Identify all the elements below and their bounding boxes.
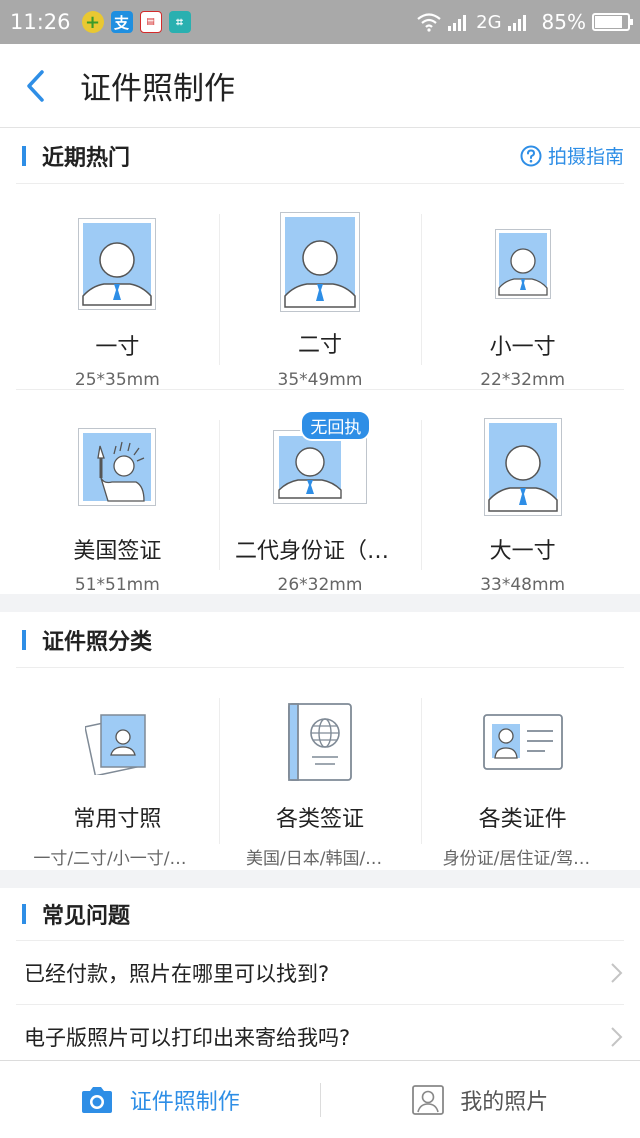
hot-item-size: 25*35mm: [74, 370, 160, 389]
signal-icon: [448, 15, 467, 31]
category-section: 证件照分类 常用寸照 一寸/二寸/小一寸/大一寸: [0, 612, 640, 870]
statue-of-liberty-photo-icon: [78, 428, 157, 507]
hot-item-label: 大一寸: [489, 538, 556, 564]
id-card-icon: [482, 714, 563, 771]
hot-item-size: 35*49mm: [277, 369, 363, 389]
hot-item-size: 51*51mm: [74, 575, 160, 594]
portrait-photo-icon: [494, 229, 551, 300]
tab-id-photo-make[interactable]: 证件照制作: [0, 1061, 320, 1138]
hot-item-2inch[interactable]: 二寸 35*49mm: [218, 184, 422, 389]
hot-item-label: 小一寸: [489, 334, 556, 359]
no-receipt-badge: 无回执: [300, 410, 372, 441]
category-common-photos[interactable]: 常用寸照 一寸/二寸/小一寸/大一寸: [16, 668, 219, 868]
category-documents[interactable]: 各类证件 身份证/居住证/驾驶证: [421, 668, 624, 868]
scan-icon: ⌗: [168, 11, 191, 33]
toutiao-icon: ▤: [139, 11, 162, 33]
hot-item-size: 26*32mm: [277, 575, 363, 594]
hot-item-label: 一寸: [95, 334, 140, 359]
section-accent-bar: [22, 904, 26, 924]
hot-item-size: 22*32mm: [480, 370, 566, 389]
category-desc: 身份证/居住证/驾驶证: [442, 848, 603, 868]
category-visas[interactable]: 各类签证 美国/日本/韩国/泰国: [218, 668, 422, 868]
chevron-right-icon: [611, 1026, 623, 1047]
faq-section: 常见问题 已经付款，照片在哪里可以找到? 电子版照片可以打印出来寄给我吗?: [0, 888, 640, 1060]
section-accent-bar: [22, 145, 26, 166]
network-type: 2G: [476, 11, 502, 33]
category-section-title: 证件照分类: [42, 629, 153, 655]
hot-section-title: 近期热门: [42, 145, 131, 171]
shooting-guide-label: 拍摄指南: [547, 146, 624, 168]
portrait-photo-icon: [279, 211, 360, 312]
portrait-photo-icon: [483, 418, 562, 517]
battery-percent: 85%: [541, 10, 586, 34]
hot-item-size: 33*48mm: [480, 575, 566, 594]
status-bar: 11:26 + 支 ▤ ⌗ 2G 85%: [0, 0, 640, 44]
status-time: 11:26: [10, 10, 71, 34]
faq-section-header: 常见问题: [16, 888, 624, 940]
chevron-right-icon: [611, 962, 623, 983]
tab-label: 证件照制作: [129, 1089, 240, 1115]
faq-item[interactable]: 已经付款，照片在哪里可以找到?: [16, 940, 624, 1004]
hot-section: 近期热门 拍摄指南 一寸 25*35mm 二寸 35*49mm 小一寸 22*3…: [0, 128, 640, 594]
category-section-header: 证件照分类: [16, 612, 624, 668]
passport-icon: [288, 703, 352, 782]
category-desc: 美国/日本/韩国/泰国: [245, 848, 394, 868]
hot-item-label: 二寸: [297, 333, 342, 358]
camera-icon: [81, 1086, 112, 1113]
faq-item[interactable]: 电子版照片可以打印出来寄给我吗?: [16, 1004, 624, 1068]
bottom-tab-bar: 证件照制作 我的照片: [0, 1060, 640, 1138]
stacked-photos-icon: [85, 714, 147, 776]
back-button[interactable]: [0, 44, 70, 128]
faq-question: 已经付款，照片在哪里可以找到?: [24, 961, 330, 986]
header: 证件照制作: [0, 44, 640, 128]
tab-label: 我的照片: [460, 1089, 549, 1115]
id-card-photo-icon: [272, 430, 367, 505]
signal-icon-2: [507, 15, 526, 31]
wifi-icon: [417, 13, 441, 32]
category-label: 各类证件: [478, 806, 567, 832]
hot-item-id-card[interactable]: 无回执 二代身份证（无回执） 26*32mm: [218, 390, 422, 594]
faq-question: 电子版照片可以打印出来寄给我吗?: [24, 1025, 351, 1050]
question-circle-icon: [520, 145, 542, 166]
category-label: 各类签证: [275, 806, 364, 832]
category-desc: 一寸/二寸/小一寸/大一寸: [33, 848, 201, 868]
faq-section-title: 常见问题: [42, 904, 131, 929]
hot-item-1inch[interactable]: 一寸 25*35mm: [16, 184, 219, 389]
alipay-icon: 支: [110, 11, 133, 33]
hot-item-large-1inch[interactable]: 大一寸 33*48mm: [421, 390, 624, 594]
category-label: 常用寸照: [73, 806, 162, 832]
hot-item-label: 美国签证: [73, 538, 162, 564]
section-accent-bar: [22, 629, 26, 650]
plus-circle-icon: +: [81, 11, 104, 33]
hot-item-small-1inch[interactable]: 小一寸 22*32mm: [421, 184, 624, 389]
photo-frame-icon: [412, 1084, 445, 1115]
tab-my-photos[interactable]: 我的照片: [321, 1061, 640, 1138]
hot-item-label: 二代身份证（无回执）: [234, 538, 405, 564]
battery-icon: [592, 13, 633, 31]
shooting-guide-link[interactable]: 拍摄指南: [520, 142, 624, 169]
back-arrow-icon: [27, 69, 44, 102]
page-title: 证件照制作: [80, 71, 235, 107]
hot-item-us-visa[interactable]: 美国签证 51*51mm: [16, 390, 219, 594]
hot-section-header: 近期热门 拍摄指南: [16, 128, 624, 184]
portrait-photo-icon: [78, 218, 157, 311]
